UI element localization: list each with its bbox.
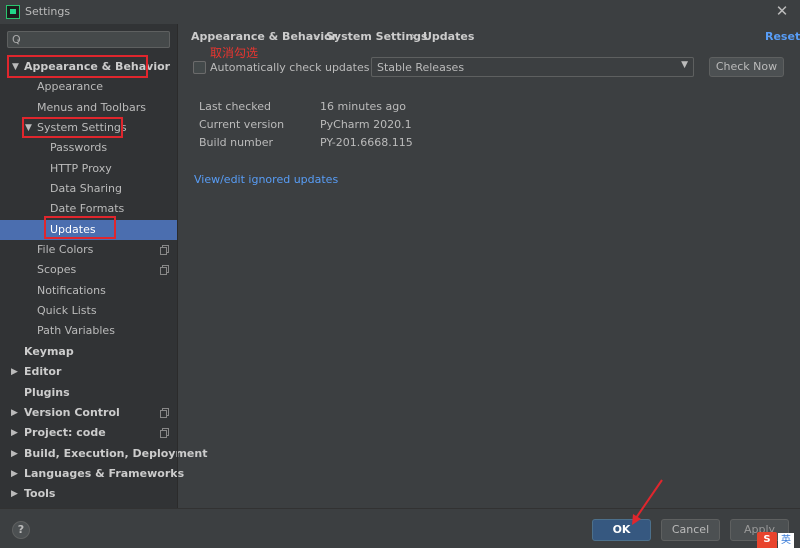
collapsed-arrow-icon: ▶	[11, 489, 18, 499]
settings-search[interactable]: Q̵	[7, 31, 170, 48]
sidebar-item-label: Keymap	[24, 345, 74, 358]
sidebar-item-passwords[interactable]: Passwords	[0, 138, 177, 158]
annotation-arrow	[632, 479, 663, 525]
sidebar-item-menus-toolbars[interactable]: Menus and Toolbars	[0, 98, 177, 118]
close-icon[interactable]: ✕	[774, 2, 790, 20]
sidebar-item-label: Tools	[24, 487, 56, 500]
search-input[interactable]	[28, 33, 166, 46]
sidebar-item-http-proxy[interactable]: HTTP Proxy	[0, 159, 177, 179]
sidebar-item-label: File Colors	[37, 243, 94, 256]
settings-sidebar: Q̵ ▼ Appearance & Behavior Appearance Me…	[0, 24, 207, 508]
sidebar-item-label: Menus and Toolbars	[37, 101, 146, 114]
info-value: 16 minutes ago	[320, 100, 406, 113]
breadcrumb-separator: ›	[411, 29, 416, 43]
sidebar-item-project-code[interactable]: ▶ Project: code	[0, 423, 177, 443]
ime-logo-icon: S	[757, 532, 777, 548]
sidebar-item-tools[interactable]: ▶ Tools	[0, 484, 177, 504]
sidebar-item-quick-lists[interactable]: Quick Lists	[0, 301, 177, 321]
breadcrumb-separator: ›	[313, 29, 318, 43]
sidebar-item-label: Version Control	[24, 406, 120, 419]
view-ignored-updates-link[interactable]: View/edit ignored updates	[194, 173, 338, 186]
sidebar-item-file-colors[interactable]: File Colors	[0, 240, 177, 260]
info-value: PyCharm 2020.1	[320, 118, 412, 131]
pycharm-logo-icon	[6, 5, 20, 19]
update-channel-select[interactable]: Stable Releases ▼	[371, 57, 694, 77]
sidebar-item-data-sharing[interactable]: Data Sharing	[0, 179, 177, 199]
sidebar-item-label: Editor	[24, 365, 62, 378]
auto-check-updates-checkbox[interactable]	[193, 61, 206, 74]
sidebar-item-notifications[interactable]: Notifications	[0, 281, 177, 301]
auto-check-updates-label[interactable]: Automatically check updates for	[210, 61, 388, 74]
window-title: Settings	[25, 5, 71, 18]
chevron-down-icon: ▼	[681, 60, 688, 70]
update-channel-value: Stable Releases	[377, 61, 465, 74]
sidebar-item-label: HTTP Proxy	[50, 162, 112, 175]
collapsed-arrow-icon: ▶	[11, 408, 18, 418]
info-key: Current version	[199, 118, 285, 131]
sidebar-item-label: Quick Lists	[37, 304, 97, 317]
sidebar-item-appearance[interactable]: Appearance	[0, 77, 177, 97]
annotation-box-appearance-behavior	[7, 55, 148, 78]
updates-panel: Appearance & Behavior › System Settings …	[178, 24, 800, 508]
collapsed-arrow-icon: ▶	[11, 367, 18, 377]
info-key: Last checked	[199, 100, 271, 113]
annotation-box-system-settings	[22, 117, 123, 138]
sidebar-item-label: Plugins	[24, 386, 70, 399]
help-button[interactable]: ?	[12, 521, 30, 539]
project-level-copy-icon	[160, 245, 169, 255]
sidebar-item-path-variables[interactable]: Path Variables	[0, 321, 177, 341]
search-icon: Q̵	[12, 33, 21, 46]
check-now-button[interactable]: Check Now	[709, 57, 784, 77]
sidebar-item-languages-frameworks[interactable]: ▶ Languages & Frameworks	[0, 464, 184, 484]
collapsed-arrow-icon: ▶	[11, 428, 18, 438]
collapsed-arrow-icon: ▶	[11, 449, 18, 459]
sidebar-item-label: Passwords	[50, 141, 108, 154]
sidebar-item-plugins[interactable]: Plugins	[0, 383, 177, 403]
annotation-box-updates	[44, 216, 116, 239]
project-level-copy-icon	[160, 265, 169, 275]
sidebar-item-scopes[interactable]: Scopes	[0, 260, 177, 280]
sidebar-item-label: Appearance	[37, 80, 104, 93]
sidebar-item-label: Notifications	[37, 284, 106, 297]
info-key: Build number	[199, 136, 274, 149]
ime-language-indicator[interactable]: 英	[778, 533, 794, 548]
sidebar-item-label: Path Variables	[37, 324, 115, 337]
annotation-text: 取消勾选	[210, 46, 259, 60]
sidebar-item-label: Scopes	[37, 263, 77, 276]
title-bar: Settings ✕	[0, 0, 800, 24]
breadcrumb-updates: Updates	[423, 30, 475, 43]
sidebar-item-editor[interactable]: ▶ Editor	[0, 362, 177, 382]
sidebar-item-build-execution-deployment[interactable]: ▶ Build, Execution, Deployment	[0, 444, 207, 464]
dialog-footer: ? OK Cancel Apply	[0, 508, 800, 548]
project-level-copy-icon	[160, 408, 169, 418]
project-level-copy-icon	[160, 428, 169, 438]
collapsed-arrow-icon: ▶	[11, 469, 18, 479]
sidebar-item-version-control[interactable]: ▶ Version Control	[0, 403, 177, 423]
info-value: PY-201.6668.115	[320, 136, 413, 149]
sidebar-item-label: Data Sharing	[50, 182, 122, 195]
sidebar-item-label: Project: code	[24, 426, 106, 439]
reset-link[interactable]: Reset	[765, 30, 800, 43]
sidebar-item-label: Languages & Frameworks	[24, 467, 185, 480]
sidebar-item-keymap[interactable]: Keymap	[0, 342, 177, 362]
